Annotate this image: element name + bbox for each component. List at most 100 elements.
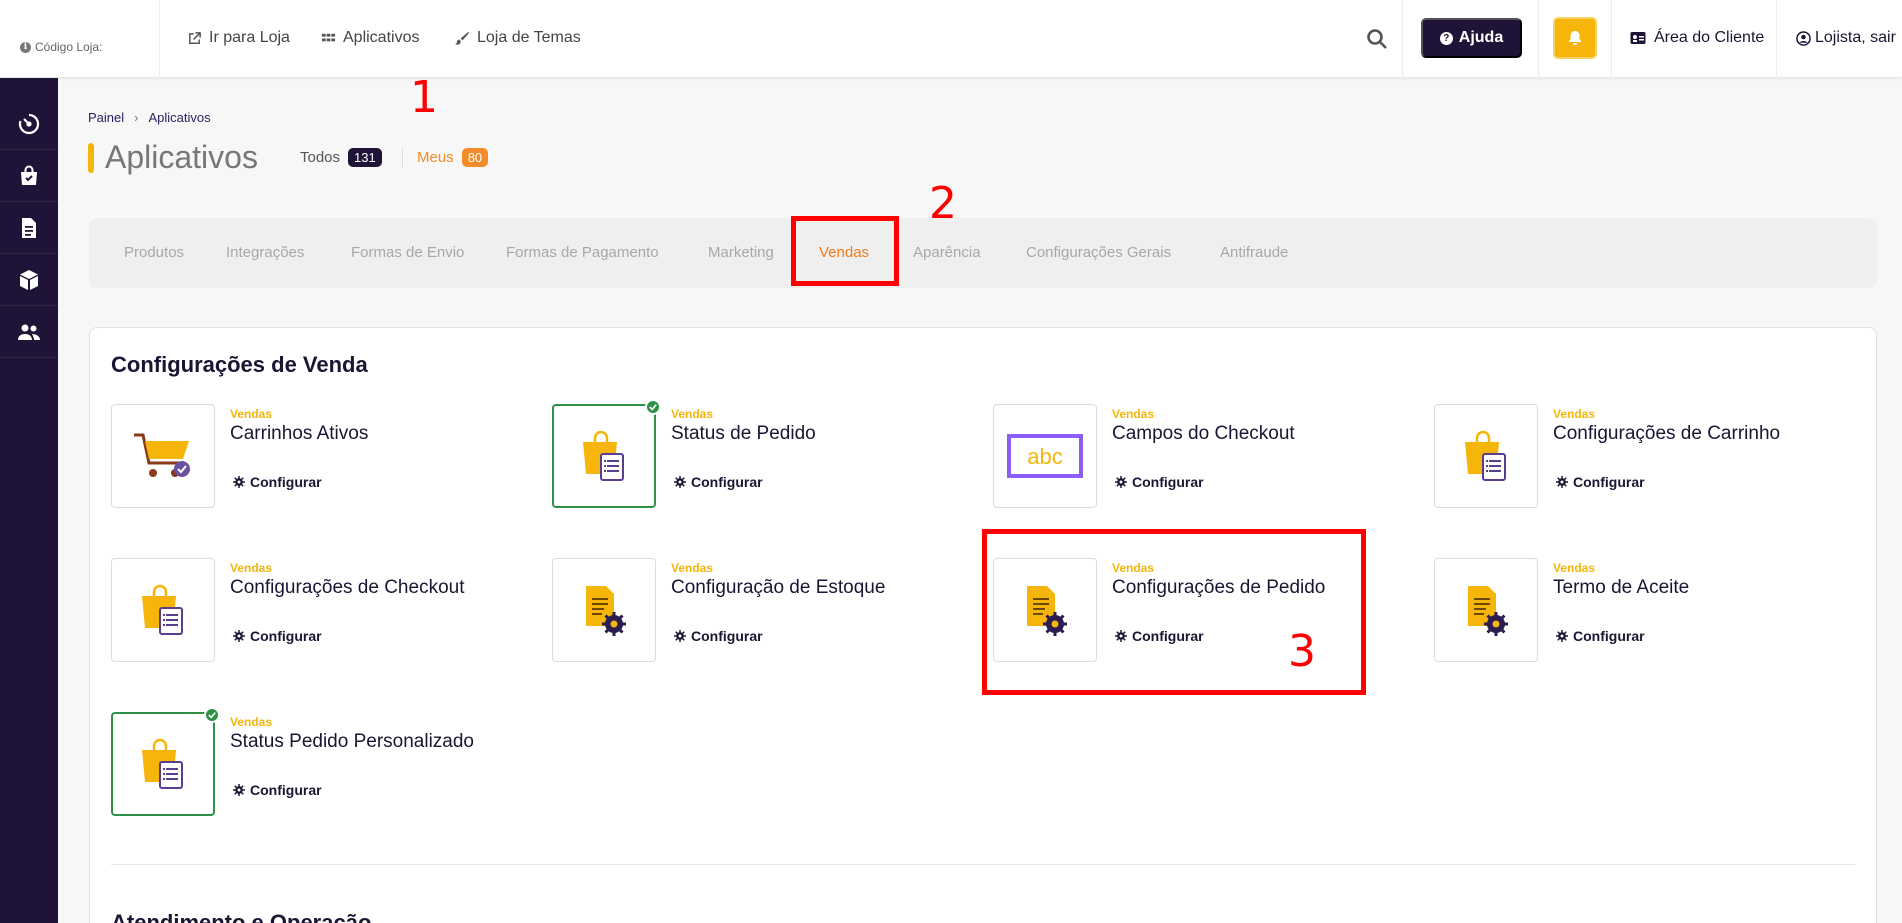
configure-button[interactable]: Configurar: [233, 474, 322, 490]
svg-text:abc: abc: [1027, 444, 1062, 469]
info-icon: i: [20, 41, 31, 53]
configure-label: Configurar: [250, 628, 322, 644]
app-name: Status Pedido Personalizado: [230, 731, 474, 752]
topbar-divider: [1402, 0, 1403, 78]
gear-icon: [233, 784, 245, 796]
app-thumbnail[interactable]: [111, 558, 215, 662]
bag-list-icon: [142, 584, 183, 635]
nav-go-to-store[interactable]: Ir para Loja: [187, 26, 290, 50]
filter-all-count: 131: [348, 148, 382, 167]
app-name: Configurações de Checkout: [230, 577, 465, 598]
tab-formas-de-envio[interactable]: Formas de Envio: [351, 244, 464, 261]
gear-icon: [233, 630, 245, 642]
app-name: Carrinhos Ativos: [230, 423, 369, 444]
configure-button[interactable]: Configurar: [674, 474, 763, 490]
app-thumbnail[interactable]: [1434, 404, 1538, 508]
tab-configuracoes-gerais[interactable]: Configurações Gerais: [1026, 244, 1171, 261]
help-button-label: Ajuda: [1458, 29, 1504, 46]
logout-label: Lojista, sair: [1815, 29, 1896, 46]
nav-theme-store-label: Loja de Temas: [477, 29, 581, 46]
logout-link[interactable]: Lojista, sair: [1796, 26, 1896, 50]
nav-go-to-store-label: Ir para Loja: [209, 29, 290, 46]
breadcrumb-separator: ›: [134, 110, 139, 125]
installed-check-icon: [645, 399, 661, 415]
abc-field-icon: abc: [1007, 434, 1083, 478]
configure-button[interactable]: Configurar: [1556, 628, 1645, 644]
bag-list-icon: [583, 430, 624, 481]
shopping-bag-icon: [21, 165, 37, 185]
sidebar-item-products[interactable]: [0, 254, 58, 306]
configure-button[interactable]: Configurar: [233, 628, 322, 644]
filter-mine-count: 80: [461, 148, 489, 167]
configure-button[interactable]: Configurar: [1115, 474, 1204, 490]
app-category: Vendas: [1553, 561, 1596, 575]
gear-icon: [1556, 476, 1568, 488]
doc-gear-icon: [586, 586, 626, 636]
tab-produtos[interactable]: Produtos: [124, 244, 184, 261]
app-thumbnail[interactable]: abc: [993, 404, 1097, 508]
nav-theme-store[interactable]: Loja de Temas: [455, 26, 581, 50]
app-category: Vendas: [671, 407, 714, 421]
section-divider: [111, 864, 1855, 865]
store-code-label: Código Loja:: [35, 40, 103, 54]
configure-label: Configurar: [1573, 474, 1645, 490]
sidebar-item-customers[interactable]: [0, 306, 58, 358]
app-thumbnail[interactable]: [552, 558, 656, 662]
configure-label: Configurar: [691, 474, 763, 490]
topbar-divider: [1538, 0, 1539, 78]
gear-icon: [1115, 476, 1127, 488]
app-name: Campos do Checkout: [1112, 423, 1295, 444]
annotation-number-1: 1: [410, 72, 438, 123]
sidebar-item-documents[interactable]: [0, 202, 58, 254]
client-area-label: Área do Cliente: [1654, 29, 1765, 46]
help-button[interactable]: ? Ajuda: [1421, 18, 1522, 58]
gear-icon: [1556, 630, 1568, 642]
external-link-icon: [189, 31, 201, 44]
nav-apps[interactable]: Aplicativos: [321, 26, 419, 50]
nav-apps-label: Aplicativos: [343, 29, 420, 46]
client-area-link[interactable]: Área do Cliente: [1630, 26, 1764, 50]
tab-marketing[interactable]: Marketing: [708, 244, 774, 261]
app-thumbnail[interactable]: [111, 404, 215, 508]
breadcrumb-current: Aplicativos: [148, 110, 211, 125]
breadcrumb-panel[interactable]: Painel: [88, 110, 124, 125]
configure-button[interactable]: Configurar: [233, 782, 322, 798]
annotation-number-2: 2: [929, 178, 957, 229]
app-thumbnail[interactable]: [1434, 558, 1538, 662]
annotation-number-3: 3: [1288, 626, 1316, 677]
notifications-button[interactable]: [1553, 17, 1597, 59]
tab-aparencia[interactable]: Aparência: [913, 244, 981, 261]
user-circle-icon: [1796, 30, 1811, 46]
topbar-divider: [159, 0, 160, 78]
section-title: Configurações de Venda: [111, 352, 368, 377]
configure-button[interactable]: Configurar: [1556, 474, 1645, 490]
gear-icon: [674, 476, 686, 488]
app-thumbnail[interactable]: [111, 707, 220, 816]
tab-antifraude[interactable]: Antifraude: [1220, 244, 1288, 261]
app-thumbnail[interactable]: [552, 399, 661, 508]
doc-gear-icon: [1468, 586, 1508, 636]
filter-mine-label: Meus: [417, 149, 454, 166]
topbar-divider: [1611, 0, 1612, 78]
question-icon: ?: [1439, 31, 1453, 45]
filter-all[interactable]: Todos 131: [300, 148, 382, 167]
box-icon: [20, 269, 38, 290]
tab-formas-de-pagamento[interactable]: Formas de Pagamento: [506, 244, 659, 261]
tab-integracoes[interactable]: Integrações: [226, 244, 304, 261]
app-category: Vendas: [1112, 407, 1155, 421]
sidebar-item-orders[interactable]: [0, 150, 58, 202]
breadcrumb: Painel › Aplicativos: [88, 110, 211, 125]
configure-label: Configurar: [1132, 474, 1204, 490]
app-category: Vendas: [230, 561, 273, 575]
document-icon: [22, 217, 36, 238]
top-bar: i Código Loja: Ir para Loja Aplicativos …: [0, 0, 1902, 78]
annotation-box-2: [791, 216, 899, 286]
sidebar-item-dashboard[interactable]: [0, 98, 58, 150]
search-icon[interactable]: [1366, 28, 1388, 50]
sidebar: [0, 78, 58, 923]
app-category: Vendas: [230, 715, 273, 729]
filter-mine[interactable]: Meus 80: [417, 148, 489, 167]
topbar-divider: [1776, 0, 1777, 78]
configure-button[interactable]: Configurar: [674, 628, 763, 644]
title-accent-bar: [88, 143, 94, 173]
